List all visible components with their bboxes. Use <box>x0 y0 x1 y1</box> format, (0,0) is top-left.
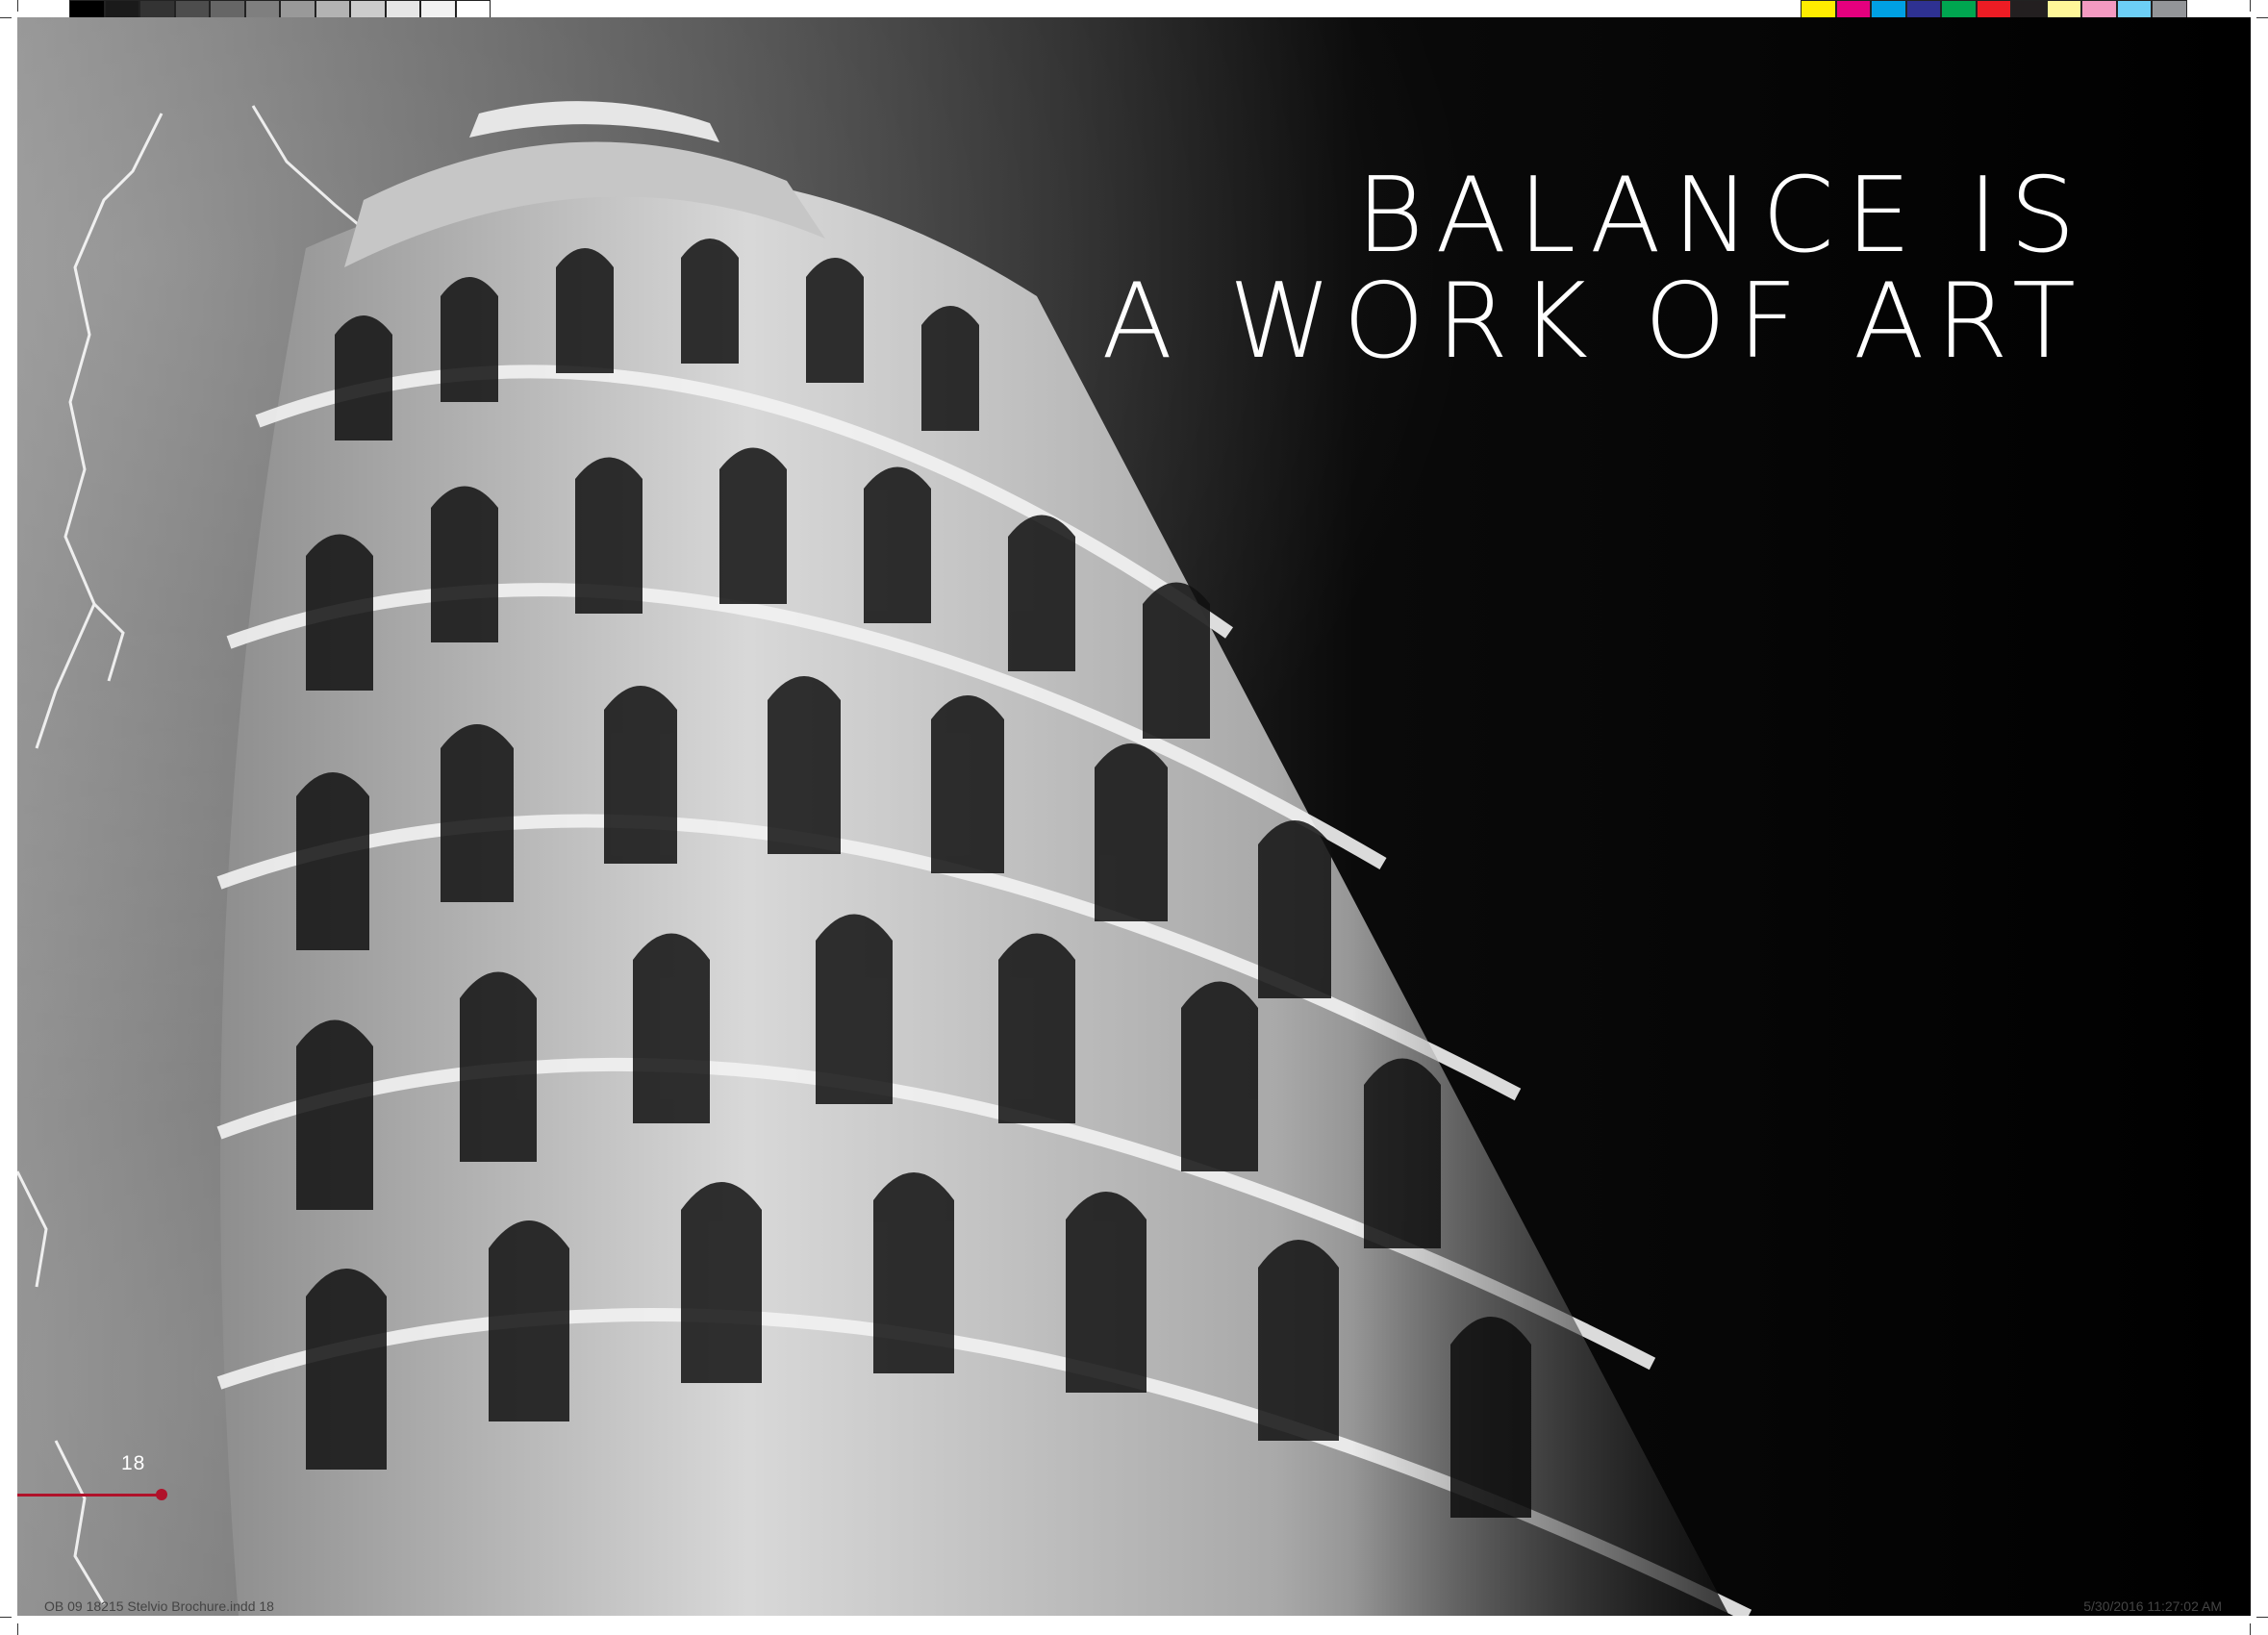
crop-mark-bottom-right-v <box>2250 1623 2251 1635</box>
crop-mark-bottom-right-h <box>2256 1617 2268 1618</box>
brochure-spread: BALANCE IS A WORK OF ART 18 <box>17 17 2251 1616</box>
crop-mark-top-left-v <box>17 0 18 12</box>
slug-timestamp: 5/30/2016 11:27:02 AM <box>2083 1598 2222 1614</box>
headline-line-1: BALANCE IS <box>1355 156 2087 276</box>
page-accent-rule <box>17 1494 162 1497</box>
crop-mark-bottom-left-v <box>17 1623 18 1635</box>
headline-line-2: A WORK OF ART <box>1101 262 2087 382</box>
slug-file-name: OB 09 18215 Stelvio Brochure.indd 18 <box>44 1598 274 1614</box>
page-accent-dot <box>156 1489 167 1500</box>
page-number: 18 <box>121 1452 146 1474</box>
crop-mark-top-right-v <box>2250 0 2251 12</box>
crop-mark-top-left-h <box>0 17 12 18</box>
headline: BALANCE IS A WORK OF ART <box>1101 164 2087 375</box>
crop-mark-bottom-left-h <box>0 1617 12 1618</box>
crop-mark-top-right-h <box>2256 17 2268 18</box>
